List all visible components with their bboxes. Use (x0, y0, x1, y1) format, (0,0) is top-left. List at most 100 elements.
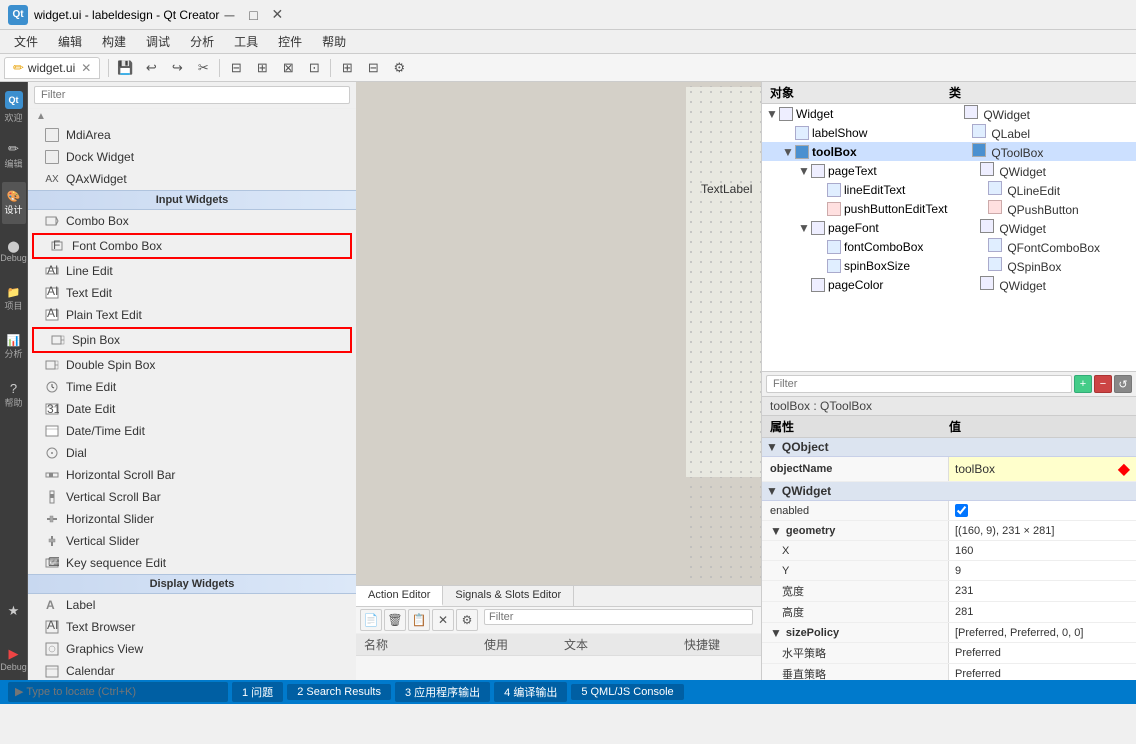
status-tab-compile-output[interactable]: 4 编译输出 (494, 682, 567, 702)
widget-item-label[interactable]: A Label (28, 594, 356, 616)
widget-item-graphicsview[interactable]: Graphics View (28, 638, 356, 660)
tree-item-pagecolor[interactable]: pageColor QWidget (762, 275, 1136, 294)
widget-item-spinbox[interactable]: Spin Box (32, 327, 352, 353)
toolbar-btn-snap[interactable]: ⊟ (361, 56, 385, 80)
maximize-button[interactable]: □ (243, 5, 263, 25)
prop-filter-input[interactable] (766, 375, 1072, 393)
toggle-pagetext[interactable]: ▼ (798, 164, 810, 178)
widget-item-textedit[interactable]: AI Text Edit (28, 282, 356, 304)
sidebar-edit[interactable]: ✏ 编辑 (2, 134, 26, 176)
sidebar-design[interactable]: 🎨 设计 (2, 182, 26, 224)
sidebar-analyze[interactable]: 📊 分析 (2, 326, 26, 368)
action-copy-btn[interactable]: 📋 (408, 609, 430, 631)
prop-value-height[interactable]: 281 (949, 602, 1136, 622)
widget-item-qaxwidget[interactable]: AX QAxWidget (28, 168, 356, 190)
file-tab[interactable]: ✏ widget.ui ✕ (4, 57, 100, 79)
toggle-toolbox[interactable]: ▼ (782, 145, 794, 159)
widget-item-doublespinbox[interactable]: Double Spin Box (28, 354, 356, 376)
text-label-widget[interactable]: TextLabel (701, 182, 752, 196)
widget-item-hscrollbar[interactable]: Horizontal Scroll Bar (28, 464, 356, 486)
toolbar-btn-cut[interactable]: ✂ (191, 56, 215, 80)
prop-value-objectname[interactable]: toolBox ◆ (949, 457, 1136, 481)
prop-value-width[interactable]: 231 (949, 581, 1136, 601)
widget-item-combobox[interactable]: Combo Box (28, 210, 356, 232)
toggle-widget[interactable]: ▼ (766, 107, 778, 121)
minimize-button[interactable]: ─ (219, 5, 239, 25)
toolbar-btn-undo[interactable]: ↩ (139, 56, 163, 80)
prop-add-btn[interactable]: + (1074, 375, 1092, 393)
prop-value-enabled[interactable] (949, 501, 1136, 520)
tree-item-pagetext[interactable]: ▼ pageText QWidget (762, 161, 1136, 180)
status-tab-problems[interactable]: 1 问题 (232, 682, 283, 702)
widget-item-fontcombobox[interactable]: F Font Combo Box (32, 233, 352, 259)
widget-item-vscrollbar[interactable]: Vertical Scroll Bar (28, 486, 356, 508)
status-tab-app-output[interactable]: 3 应用程序输出 (395, 682, 490, 702)
widget-item-keyseq[interactable]: ⌨ Key sequence Edit (28, 552, 356, 574)
widget-item-lineedit[interactable]: AI Line Edit (28, 260, 356, 282)
tree-item-pushbutton[interactable]: pushButtonEditText QPushButton (762, 199, 1136, 218)
widget-item-dateedit[interactable]: 31 Date Edit (28, 398, 356, 420)
action-filter-input[interactable] (484, 609, 753, 625)
status-tab-search-results[interactable]: 2 Search Results (287, 684, 391, 700)
menu-controls[interactable]: 控件 (268, 31, 312, 52)
action-delete2-btn[interactable]: ✕ (432, 609, 454, 631)
widget-item-dockwidget[interactable]: Dock Widget (28, 146, 356, 168)
prop-remove-btn[interactable]: − (1094, 375, 1112, 393)
prop-value-vpolicy[interactable]: Preferred (949, 664, 1136, 680)
objectname-indicator[interactable]: ◆ (1118, 459, 1130, 479)
action-delete-btn[interactable]: 🗑 (384, 609, 406, 631)
sidebar-welcome[interactable]: Qt 欢迎 (2, 86, 26, 128)
qwidget-chevron[interactable]: ▼ (766, 484, 778, 498)
sidebar-debug2[interactable]: ▶ Debug (2, 638, 26, 680)
widget-item-dial[interactable]: Dial (28, 442, 356, 464)
status-search-input[interactable] (8, 682, 228, 702)
canvas-area[interactable]: 编辑文本 字体字号 TextLabel (686, 87, 761, 477)
tree-item-lineedittext[interactable]: lineEditText QLineEdit (762, 180, 1136, 199)
menu-analyze[interactable]: 分析 (180, 31, 224, 52)
widget-item-vslider[interactable]: Vertical Slider (28, 530, 356, 552)
toolbar-btn-layout-h[interactable]: ⊟ (224, 56, 248, 80)
widget-filter-input[interactable] (34, 86, 350, 104)
tab-action-editor[interactable]: Action Editor (356, 586, 443, 606)
prop-value-hpolicy[interactable]: Preferred (949, 643, 1136, 663)
menu-debug[interactable]: 调试 (136, 31, 180, 52)
widget-item-datetimeedit[interactable]: Date/Time Edit (28, 420, 356, 442)
toolbar-btn-grid[interactable]: ⊞ (335, 56, 359, 80)
tree-item-widget[interactable]: ▼ Widget QWidget (762, 104, 1136, 123)
tree-item-pagefont[interactable]: ▼ pageFont QWidget (762, 218, 1136, 237)
toolbar-btn-layout-v[interactable]: ⊞ (250, 56, 274, 80)
menu-tools[interactable]: 工具 (224, 31, 268, 52)
toolbar-btn-redo[interactable]: ↪ (165, 56, 189, 80)
tab-signals-slots[interactable]: Signals & Slots Editor (443, 586, 574, 606)
toolbar-btn-settings[interactable]: ⚙ (387, 56, 411, 80)
design-canvas[interactable]: 编辑文本 字体字号 TextLabel (356, 82, 761, 585)
widget-item-plaintextedit[interactable]: AI Plain Text Edit (28, 304, 356, 326)
widget-item-timeedit[interactable]: Time Edit (28, 376, 356, 398)
prop-reset-btn[interactable]: ↺ (1114, 375, 1132, 393)
close-button[interactable]: ✕ (267, 5, 287, 25)
widget-item-mdiarea[interactable]: MdiArea (28, 124, 356, 146)
file-tab-close[interactable]: ✕ (81, 61, 91, 75)
sidebar-extra[interactable]: ★ (2, 590, 26, 632)
scroll-up[interactable]: ▲ (28, 109, 356, 124)
geometry-chevron[interactable]: ▼ (770, 524, 782, 538)
prop-value-y[interactable]: 9 (949, 561, 1136, 580)
qobject-chevron[interactable]: ▼ (766, 440, 778, 454)
sizepolicy-chevron[interactable]: ▼ (770, 626, 782, 640)
widget-item-textbrowser[interactable]: AI Text Browser (28, 616, 356, 638)
sidebar-help[interactable]: ? 帮助 (2, 374, 26, 416)
prop-value-x[interactable]: 160 (949, 541, 1136, 560)
sidebar-project[interactable]: 📁 项目 (2, 278, 26, 320)
menu-edit[interactable]: 编辑 (48, 31, 92, 52)
toolbar-btn-form[interactable]: ⊡ (302, 56, 326, 80)
action-new-btn[interactable]: 📄 (360, 609, 382, 631)
menu-file[interactable]: 文件 (4, 31, 48, 52)
enabled-checkbox[interactable] (955, 504, 968, 517)
toolbar-btn-layout-g[interactable]: ⊠ (276, 56, 300, 80)
status-tab-qml-console[interactable]: 5 QML/JS Console (571, 684, 683, 700)
tree-item-labelshow[interactable]: labelShow QLabel (762, 123, 1136, 142)
menu-help[interactable]: 帮助 (312, 31, 356, 52)
widget-item-calendar[interactable]: Calendar (28, 660, 356, 680)
menu-build[interactable]: 构建 (92, 31, 136, 52)
tree-item-spinboxsize[interactable]: spinBoxSize QSpinBox (762, 256, 1136, 275)
